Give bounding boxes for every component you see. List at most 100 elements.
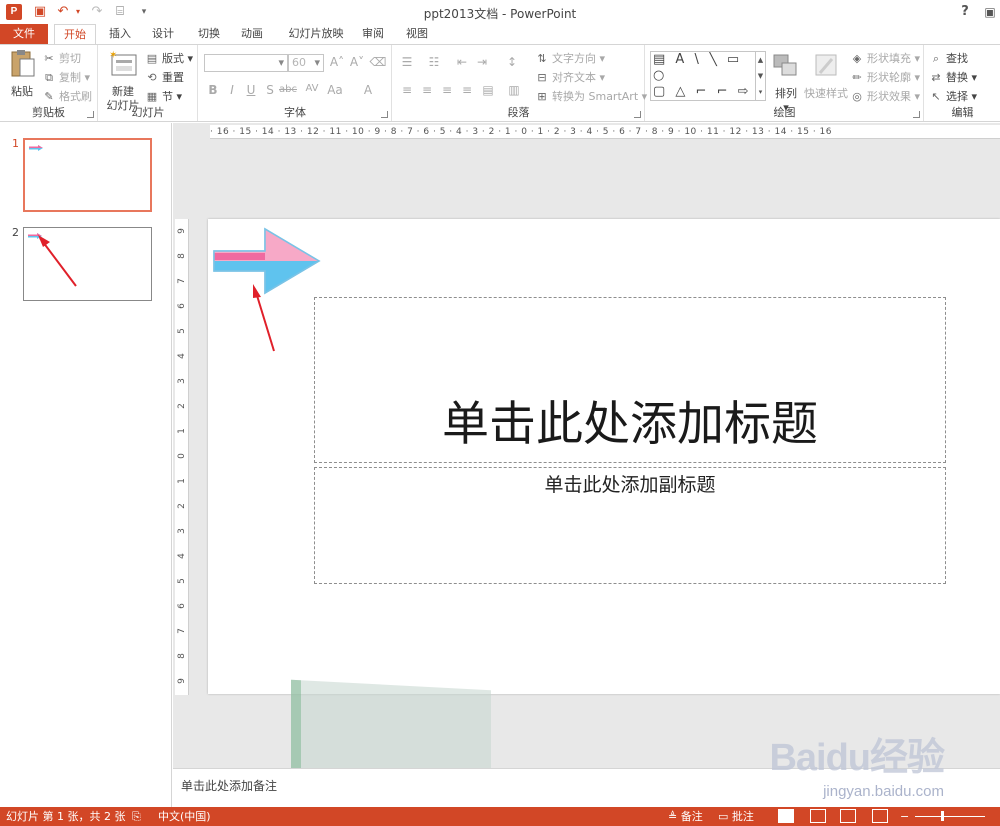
- title-placeholder-text: 单击此处添加标题: [442, 397, 818, 452]
- help-button[interactable]: ?: [955, 3, 975, 21]
- scroll-down-icon[interactable]: ▼: [756, 68, 765, 84]
- title-placeholder[interactable]: 单击此处添加标题: [314, 297, 946, 463]
- grow-font-icon[interactable]: A˄: [328, 55, 346, 69]
- underline-icon[interactable]: U: [242, 83, 260, 97]
- tab-animations[interactable]: 动画: [233, 24, 271, 44]
- section-label: 节: [162, 90, 173, 103]
- arrange-label: 排列: [775, 87, 797, 100]
- quick-styles-button[interactable]: 快速样式: [804, 51, 848, 101]
- zoom-out-icon[interactable]: −: [900, 809, 909, 824]
- copy-button[interactable]: ⧉ 复制 ▾: [42, 69, 90, 87]
- vertical-ruler-label: 8: [177, 653, 187, 660]
- gallery-more-icon[interactable]: ▾: [756, 84, 765, 100]
- strikethrough-icon[interactable]: abc: [279, 84, 297, 95]
- shadow-icon[interactable]: S: [261, 83, 279, 97]
- normal-view-button[interactable]: [778, 809, 794, 823]
- slide-canvas[interactable]: 单击此处添加标题 单击此处添加副标题: [208, 219, 1000, 694]
- tab-slideshow[interactable]: 幻灯片放映: [280, 24, 352, 44]
- slides-group-label: 幻灯片: [131, 106, 165, 119]
- drawing-launcher-icon[interactable]: [913, 111, 920, 118]
- font-group: ▾ 60 ▾ A˄ A˅ ⌫ B I U S abc AV Aa A 字体: [199, 45, 392, 121]
- scroll-up-icon[interactable]: ▲: [756, 52, 765, 68]
- comments-toggle-button[interactable]: ▭ 批注: [718, 809, 754, 824]
- vertical-ruler-label: 9: [177, 227, 187, 234]
- language-status[interactable]: 中文(中国): [158, 809, 211, 824]
- shape-outline-button[interactable]: ✏ 形状轮廓 ▾: [850, 69, 920, 87]
- vertical-ruler-label: 7: [177, 277, 187, 284]
- zoom-slider-track[interactable]: [915, 816, 985, 817]
- numbering-icon[interactable]: ☷: [425, 55, 443, 69]
- reset-button[interactable]: ⟲ 重置: [145, 69, 184, 87]
- justify-icon[interactable]: ≡: [458, 83, 476, 97]
- font-size-combo[interactable]: 60 ▾: [288, 54, 324, 72]
- align-right-icon[interactable]: ≡: [438, 83, 456, 97]
- find-button[interactable]: ⌕ 查找: [929, 50, 968, 68]
- arrange-icon: [773, 54, 797, 76]
- text-direction-button[interactable]: ⇅ 文字方向 ▾: [535, 50, 605, 68]
- shape-outline-label: 形状轮廓: [867, 71, 911, 84]
- ribbon-display-icon[interactable]: ▣: [980, 3, 1000, 21]
- slideshow-view-button[interactable]: [872, 809, 888, 823]
- distributed-icon[interactable]: ▤: [479, 83, 497, 97]
- slide-thumbnail-1[interactable]: [23, 138, 152, 212]
- align-left-icon[interactable]: ≡: [398, 83, 416, 97]
- tab-design[interactable]: 设计: [144, 24, 182, 44]
- arrange-dropdown-icon: ▾: [783, 101, 789, 114]
- shrink-font-icon[interactable]: A˅: [348, 55, 366, 69]
- slide-sorter-view-button[interactable]: [810, 809, 826, 823]
- editing-group: ⌕ 查找 ⇄ 替换 ▾ ↖ 选择 ▾ 编辑: [925, 45, 1000, 121]
- paste-button[interactable]: 粘贴: [4, 49, 40, 99]
- clipboard-launcher-icon[interactable]: [87, 111, 94, 118]
- line-spacing-icon[interactable]: ↕: [503, 55, 521, 69]
- vertical-ruler-label: 2: [177, 403, 187, 409]
- subtitle-placeholder[interactable]: 单击此处添加副标题: [314, 467, 946, 584]
- vertical-ruler-label: 0: [177, 453, 187, 459]
- scissors-icon: ✂: [44, 52, 54, 65]
- font-group-label: 字体: [284, 106, 306, 119]
- cut-button[interactable]: ✂ 剪切: [42, 50, 81, 68]
- arrange-button[interactable]: 排列 ▾: [770, 51, 802, 115]
- notes-toggle-button[interactable]: ≜ 备注: [668, 809, 703, 824]
- tab-insert[interactable]: 插入: [101, 24, 139, 44]
- tab-view[interactable]: 视图: [398, 24, 436, 44]
- shapes-gallery[interactable]: ▤ A \ ╲ ▭ ○ ▢ △ ⌐ ⌐ ⇨ ⇩ ⌂ ⌒ ∿ { } ☆: [650, 51, 756, 101]
- columns-icon[interactable]: ▥: [505, 83, 523, 97]
- zoom-slider-thumb[interactable]: [941, 811, 944, 821]
- reading-view-button[interactable]: [840, 809, 856, 823]
- ribbon: 粘贴 ✂ 剪切 ⧉ 复制 ▾ ✎ 格式刷 剪贴板 ✶ 新建 幻灯片 ▤ 版式 ▾ ⟲ 重置…: [0, 44, 1000, 122]
- font-launcher-icon[interactable]: [381, 111, 388, 118]
- tab-home[interactable]: 开始: [54, 24, 96, 44]
- increase-indent-icon[interactable]: ⇥: [473, 55, 491, 69]
- decrease-indent-icon[interactable]: ⇤: [453, 55, 471, 69]
- annotation-arrow-icon: [253, 284, 275, 352]
- shape-effects-button[interactable]: ◎ 形状效果 ▾: [850, 88, 920, 106]
- bullets-icon[interactable]: ☰: [398, 55, 416, 69]
- shapes-gallery-scroll[interactable]: ▲ ▼ ▾: [756, 51, 766, 101]
- layout-button[interactable]: ▤ 版式 ▾: [145, 50, 193, 68]
- tab-file[interactable]: 文件: [0, 24, 48, 44]
- align-text-button[interactable]: ⊟ 对齐文本 ▾: [535, 69, 605, 87]
- baidu-watermark: Baidu经验: [769, 737, 945, 779]
- replace-button[interactable]: ⇄ 替换 ▾: [929, 69, 977, 87]
- font-name-dropdown-icon: ▾: [278, 56, 284, 69]
- change-case-icon[interactable]: Aa: [326, 83, 344, 97]
- baidu-watermark-url: jingyan.baidu.com: [823, 783, 944, 800]
- vertical-ruler-label: 1: [177, 478, 187, 484]
- clear-formatting-icon[interactable]: ⌫: [369, 55, 387, 69]
- bold-icon[interactable]: B: [204, 83, 222, 97]
- align-center-icon[interactable]: ≡: [418, 83, 436, 97]
- spelling-check-icon[interactable]: ⎘: [132, 809, 141, 824]
- italic-icon[interactable]: I: [223, 83, 241, 97]
- tab-transitions[interactable]: 切换: [190, 24, 228, 44]
- vertical-ruler-label: 6: [177, 302, 187, 309]
- paragraph-launcher-icon[interactable]: [634, 111, 641, 118]
- slide-count-status: 幻灯片 第 1 张，共 2 张: [6, 810, 126, 823]
- tab-review[interactable]: 审阅: [354, 24, 392, 44]
- font-name-combo[interactable]: ▾: [204, 54, 288, 72]
- notes-toggle-icon: ≜: [668, 810, 681, 823]
- comments-icon: ▭: [718, 810, 732, 823]
- shape-fill-button[interactable]: ◈ 形状填充 ▾: [850, 50, 920, 68]
- font-color-icon[interactable]: A: [359, 83, 377, 97]
- character-spacing-icon[interactable]: AV: [303, 83, 321, 94]
- paragraph-group-label: 段落: [507, 106, 530, 119]
